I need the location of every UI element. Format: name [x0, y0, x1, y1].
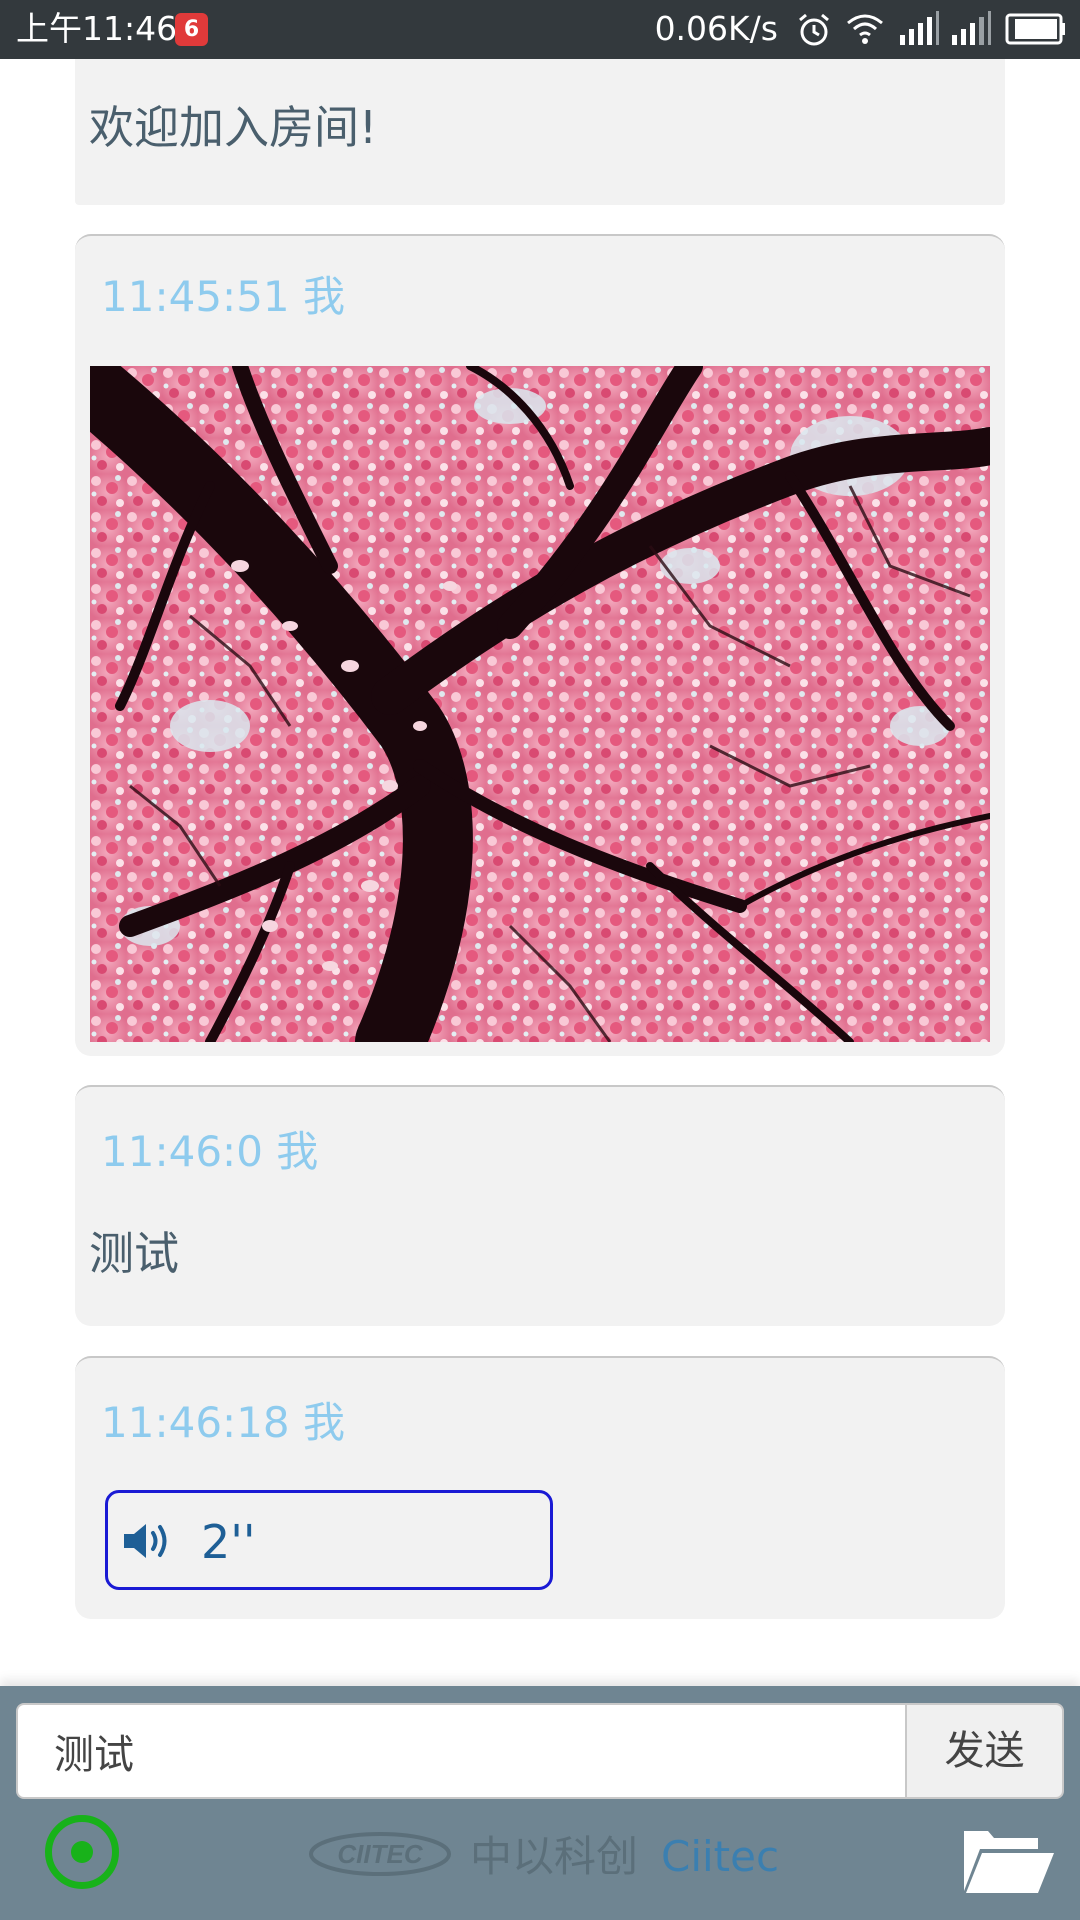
- message-meta: 11:46:0 我: [101, 1127, 319, 1176]
- record-dot: [71, 1841, 93, 1863]
- record-icon[interactable]: [45, 1815, 119, 1889]
- netease-music-icon: 6: [175, 13, 208, 46]
- signal-icon: [900, 11, 939, 45]
- speaker-icon: [124, 1524, 167, 1558]
- brand-name-en: Ciitec: [661, 1832, 780, 1881]
- chat-message: 11:46:18 我 2'': [75, 1356, 1005, 1619]
- cherry-blossom-image[interactable]: [90, 366, 990, 1042]
- welcome-message: 欢迎加入房间!: [75, 59, 1005, 205]
- chat-message: 11:45:51 我: [75, 234, 1005, 1056]
- network-speed: 0.06K/s: [654, 9, 778, 48]
- send-button[interactable]: 发送: [905, 1703, 1064, 1799]
- voice-message-button[interactable]: 2'': [105, 1490, 553, 1590]
- footer-bar: CIITEC 中以科创 Ciitec: [0, 1802, 1080, 1920]
- ciitec-logo-text: CIITEC: [337, 1839, 423, 1869]
- message-input[interactable]: [16, 1703, 905, 1799]
- status-time: 上午11:46: [16, 9, 178, 48]
- wifi-icon: [847, 14, 883, 44]
- status-bar: 上午11:46 6 0.06K/s: [0, 0, 1080, 59]
- input-bar: 发送: [0, 1686, 1080, 1802]
- voice-duration: 2'': [201, 1515, 256, 1569]
- message-meta: 11:46:18 我: [101, 1398, 345, 1447]
- brand-name: 中以科创: [470, 1832, 639, 1881]
- signal-icon: [952, 11, 991, 45]
- welcome-text: 欢迎加入房间!: [89, 101, 378, 154]
- folder-open-icon[interactable]: [958, 1821, 1054, 1895]
- message-meta: 11:45:51 我: [101, 272, 345, 321]
- battery-icon: [1005, 13, 1065, 45]
- alarm-icon: [799, 13, 829, 46]
- message-text: 测试: [89, 1227, 180, 1280]
- ciitec-logo: CIITEC: [309, 1832, 451, 1876]
- chat-message: 11:46:0 我 测试: [75, 1085, 1005, 1326]
